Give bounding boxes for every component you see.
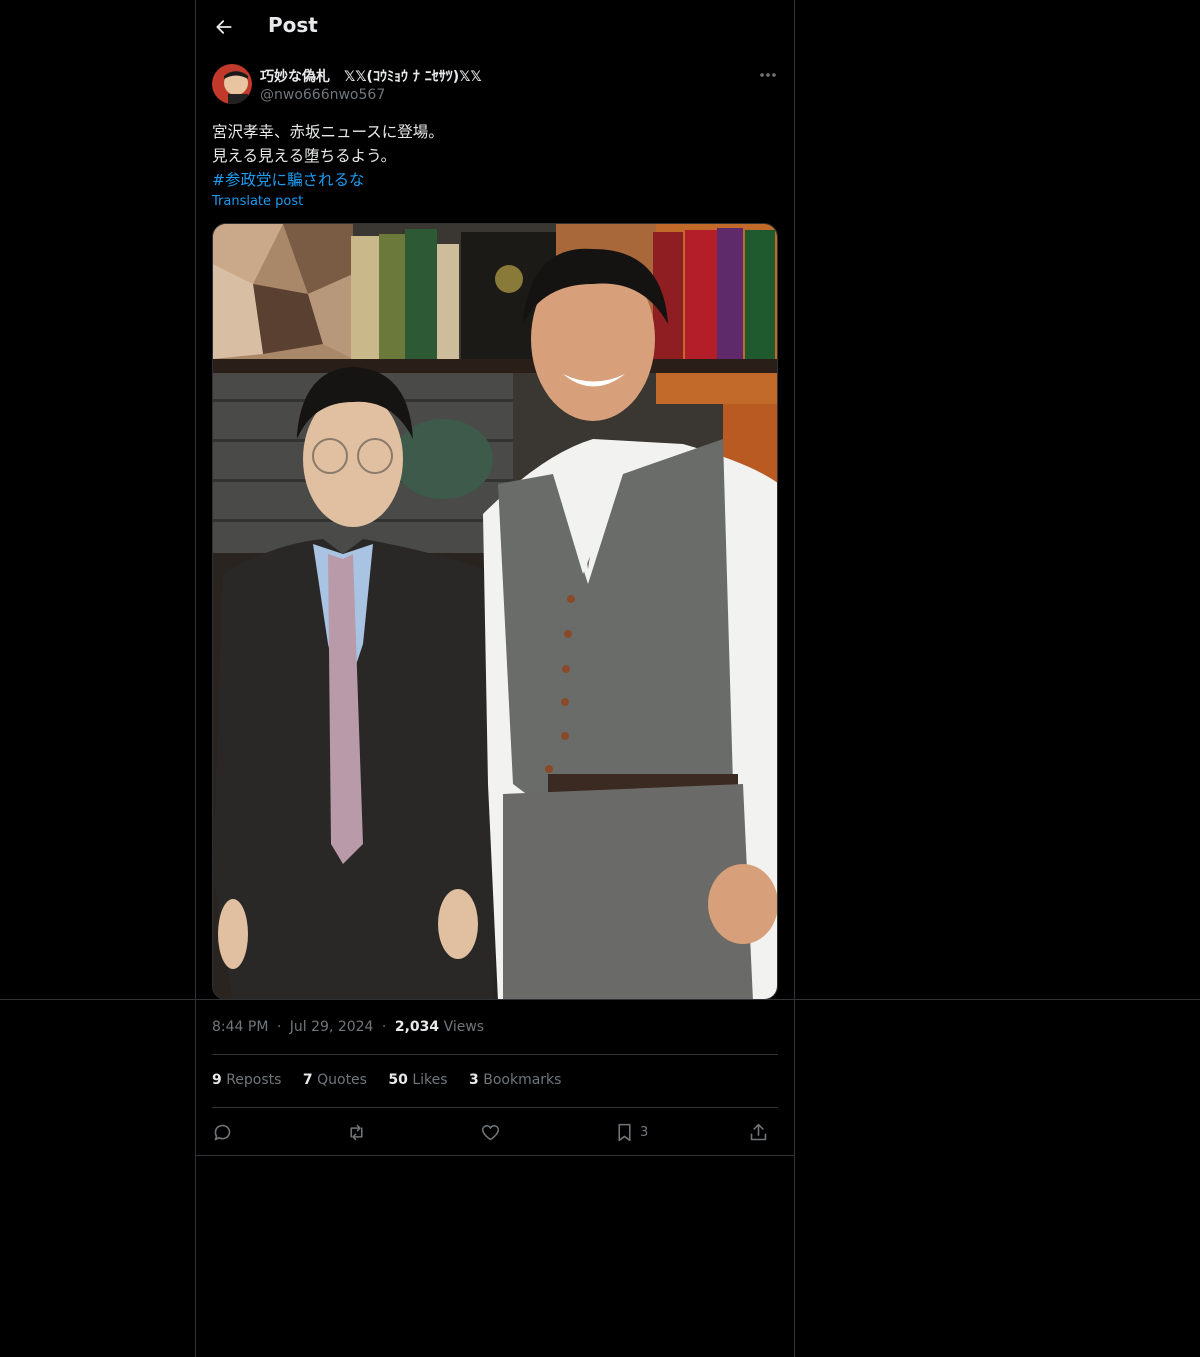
author-handle[interactable]: @nwo666nwo567	[260, 87, 385, 103]
likes-label: Likes	[412, 1072, 448, 1088]
meta-separator: ·	[381, 1019, 387, 1035]
reply-button[interactable]	[212, 1118, 233, 1146]
more-icon	[760, 73, 776, 77]
post-text-line-2: 見える見える堕ちるよう。	[212, 147, 397, 165]
post-stats: 9 Reposts 7 Quotes 50 Likes 3 Bookmarks	[212, 1072, 578, 1088]
page-header: Post	[196, 0, 794, 54]
hashtag-link[interactable]: #参政党に騙されるな	[212, 168, 444, 192]
post-photo[interactable]	[212, 223, 778, 1000]
back-button[interactable]	[210, 13, 238, 41]
reposts-label: Reposts	[226, 1072, 282, 1088]
bookmarks-count: 3	[469, 1072, 479, 1088]
reposts-count: 9	[212, 1072, 222, 1088]
bookmarks-stat[interactable]: 3 Bookmarks	[469, 1072, 561, 1088]
reposts-stat[interactable]: 9 Reposts	[212, 1072, 281, 1088]
likes-stat[interactable]: 50 Likes	[388, 1072, 447, 1088]
bookmark-icon	[618, 1123, 631, 1141]
bookmark-count: 3	[640, 1124, 649, 1140]
post-meta: 8:44 PM · Jul 29, 2024 · 2,034 Views	[212, 1019, 484, 1035]
photo-illustration	[213, 224, 777, 999]
views-count: 2,034	[394, 1019, 440, 1035]
likes-count: 50	[388, 1072, 408, 1088]
meta-separator: ·	[276, 1019, 282, 1035]
post-time[interactable]: 8:44 PM	[212, 1019, 268, 1035]
quotes-label: Quotes	[317, 1072, 367, 1088]
quotes-count: 7	[302, 1072, 313, 1088]
views-label: Views	[443, 1019, 485, 1035]
bookmark-button[interactable]: 3	[614, 1118, 648, 1146]
share-icon	[750, 1123, 767, 1140]
author-name[interactable]: 巧妙な偽札 𝕏𝕏(ｺｳﾐｮｳ ﾅ ﾆｾｻﾂ)𝕏𝕏	[260, 66, 482, 86]
quotes-stat[interactable]: 7 Quotes	[303, 1072, 367, 1088]
repost-button[interactable]	[346, 1118, 367, 1146]
post-text-line-1: 宮沢孝幸、赤坂ニュースに登場。	[212, 123, 444, 141]
more-options-button[interactable]	[756, 64, 780, 86]
like-button[interactable]	[480, 1118, 501, 1146]
page-title: Post	[268, 13, 318, 37]
bookmarks-label: Bookmarks	[483, 1072, 562, 1088]
back-arrow-icon	[216, 20, 232, 34]
stats-bottom-divider	[212, 1107, 778, 1108]
stats-top-divider	[212, 1054, 778, 1055]
avatar[interactable]	[212, 64, 252, 104]
repost-icon	[350, 1124, 363, 1140]
share-button[interactable]	[748, 1118, 769, 1146]
like-icon	[481, 1124, 500, 1140]
action-bar: 3	[212, 1118, 778, 1146]
translate-post-link[interactable]: Translate post	[212, 194, 303, 209]
reply-icon	[214, 1124, 231, 1140]
post-date[interactable]: Jul 29, 2024	[290, 1019, 374, 1035]
main-column: Post 巧妙な偽札 𝕏𝕏(ｺｳﾐｮｳ ﾅ ﾆｾｻﾂ)𝕏𝕏 @nwo666nwo…	[195, 0, 795, 1357]
post-text: 宮沢孝幸、赤坂ニュースに登場。 見える見える堕ちるよう。 #参政党に騙されるな	[212, 120, 444, 192]
